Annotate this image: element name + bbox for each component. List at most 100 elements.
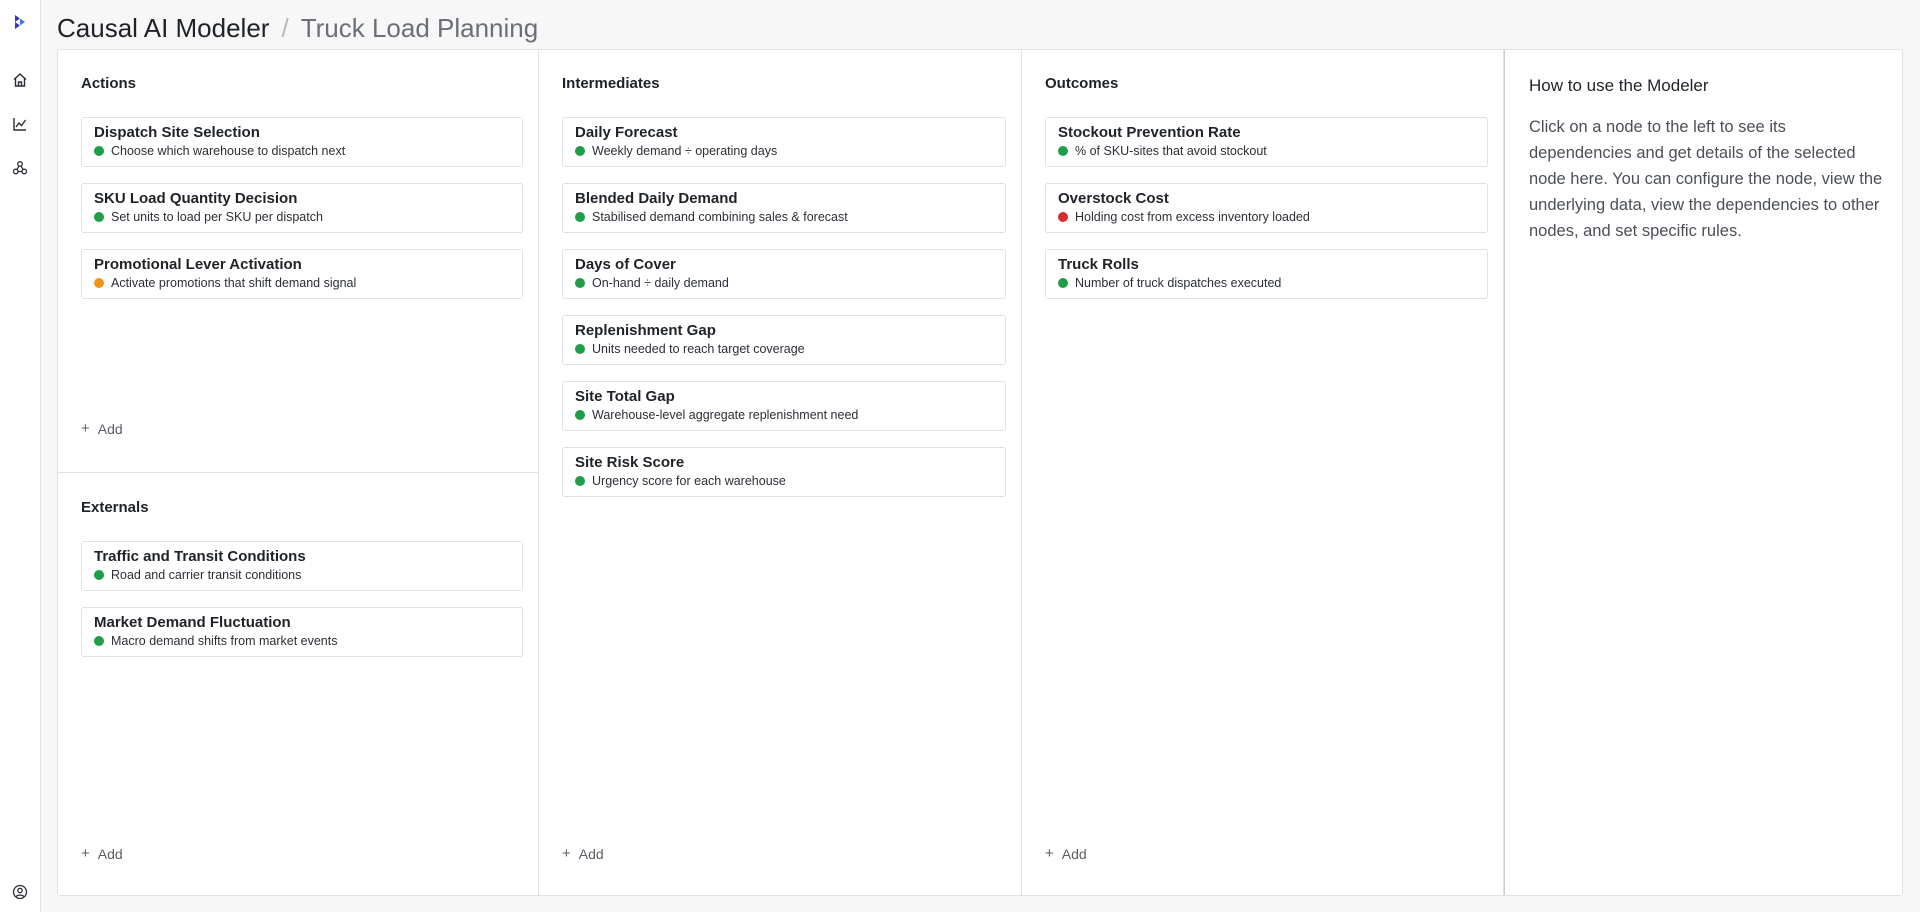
node-description-row: Warehouse-level aggregate replenishment … — [575, 407, 993, 423]
plus-icon: + — [81, 420, 90, 437]
model-name: Truck Load Planning — [300, 12, 539, 43]
actions-section: Actions Dispatch Site Selection Choose wh… — [58, 50, 538, 473]
intermediates-column: Intermediates Daily Forecast Weekly deman… — [539, 50, 1022, 895]
node-title: Overstock Cost — [1058, 190, 1169, 207]
node-description-row: Number of truck dispatches executed — [1058, 275, 1475, 291]
actions-title: Actions — [81, 75, 137, 92]
status-dot-icon — [94, 570, 104, 580]
node-description: Holding cost from excess inventory loade… — [1075, 210, 1310, 224]
node-card[interactable]: Site Total Gap Warehouse-level aggregate … — [562, 381, 1006, 431]
node-description: Set units to load per SKU per dispatch — [111, 210, 323, 224]
node-title: Replenishment Gap — [575, 322, 716, 339]
intermediates-list: Daily Forecast Weekly demand ÷ operating … — [562, 117, 1006, 513]
node-description-row: Units needed to reach target coverage — [575, 341, 993, 357]
status-dot-icon — [575, 344, 585, 354]
outcomes-list: Stockout Prevention Rate % of SKU-sites t… — [1045, 117, 1488, 315]
add-intermediate-button[interactable]: + Add — [562, 845, 604, 862]
node-description: Activate promotions that shift demand si… — [111, 276, 357, 290]
node-card[interactable]: Stockout Prevention Rate % of SKU-sites t… — [1045, 117, 1488, 167]
status-dot-icon — [1058, 278, 1068, 288]
outcomes-title: Outcomes — [1045, 75, 1119, 92]
node-description-row: Stabilised demand combining sales & fore… — [575, 209, 993, 225]
breadcrumb: Causal AI Modeler / Truck Load Planning — [57, 10, 538, 46]
add-external-button[interactable]: + Add — [81, 845, 123, 862]
node-title: Dispatch Site Selection — [94, 124, 260, 141]
add-label: Add — [97, 420, 123, 437]
status-dot-icon — [575, 476, 585, 486]
status-dot-icon — [94, 278, 104, 288]
node-card[interactable]: Dispatch Site Selection Choose which ware… — [81, 117, 523, 167]
app-title[interactable]: Causal AI Modeler — [57, 13, 269, 44]
node-card[interactable]: Site Risk Score Urgency score for each wa… — [562, 447, 1006, 497]
externals-title: Externals — [81, 499, 149, 516]
node-card[interactable]: Replenishment Gap Units needed to reach t… — [562, 315, 1006, 365]
node-card[interactable]: Market Demand Fluctuation Macro demand sh… — [81, 607, 523, 657]
node-description-row: Macro demand shifts from market events — [94, 633, 510, 649]
node-description-row: Set units to load per SKU per dispatch — [94, 209, 510, 225]
status-dot-icon — [94, 212, 104, 222]
actions-list: Dispatch Site Selection Choose which ware… — [81, 117, 523, 315]
node-description: Urgency score for each warehouse — [592, 474, 786, 488]
node-description-row: Choose which warehouse to dispatch next — [94, 143, 510, 159]
network-icon[interactable] — [10, 158, 30, 178]
home-icon[interactable] — [10, 70, 30, 90]
add-outcome-button[interactable]: + Add — [1045, 845, 1087, 862]
outcomes-column: Outcomes Stockout Prevention Rate % of SK… — [1022, 50, 1504, 895]
node-description-row: On-hand ÷ daily demand — [575, 275, 993, 291]
node-description-row: Activate promotions that shift demand si… — [94, 275, 510, 291]
node-title: Promotional Lever Activation — [94, 256, 302, 273]
status-dot-icon — [94, 146, 104, 156]
chart-icon[interactable] — [10, 114, 30, 134]
node-title: Site Total Gap — [575, 388, 675, 405]
status-dot-icon — [1058, 212, 1068, 222]
node-description: Warehouse-level aggregate replenishment … — [592, 408, 859, 422]
help-title: How to use the Modeler — [1529, 76, 1709, 95]
node-card[interactable]: Daily Forecast Weekly demand ÷ operating … — [562, 117, 1006, 167]
status-dot-icon — [575, 278, 585, 288]
node-description: Number of truck dispatches executed — [1075, 276, 1282, 290]
breadcrumb-separator: / — [281, 12, 289, 43]
node-description-row: Road and carrier transit conditions — [94, 567, 510, 583]
node-title: Days of Cover — [575, 256, 676, 273]
plus-icon: + — [562, 845, 571, 862]
modeler-frame: Actions Dispatch Site Selection Choose wh… — [57, 49, 1903, 896]
node-title: Market Demand Fluctuation — [94, 614, 291, 631]
node-card[interactable]: Days of Cover On-hand ÷ daily demand — [562, 249, 1006, 299]
externals-section: Externals Traffic and Transit Conditions… — [58, 473, 538, 895]
status-dot-icon — [1058, 146, 1068, 156]
node-card[interactable]: Promotional Lever Activation Activate pro… — [81, 249, 523, 299]
node-title: Site Risk Score — [575, 454, 685, 471]
add-action-button[interactable]: + Add — [81, 420, 123, 437]
node-card[interactable]: Traffic and Transit Conditions Road and c… — [81, 541, 523, 591]
node-card[interactable]: Truck Rolls Number of truck dispatches ex… — [1045, 249, 1488, 299]
node-card[interactable]: SKU Load Quantity Decision Set units to l… — [81, 183, 523, 233]
logo-icon[interactable] — [10, 12, 30, 32]
plus-icon: + — [1045, 845, 1054, 862]
node-description-row: Weekly demand ÷ operating days — [575, 143, 993, 159]
node-title: Truck Rolls — [1058, 256, 1139, 273]
node-description: Units needed to reach target coverage — [592, 342, 805, 356]
node-card[interactable]: Overstock Cost Holding cost from excess i… — [1045, 183, 1488, 233]
node-title: Daily Forecast — [575, 124, 678, 141]
user-icon[interactable] — [10, 882, 30, 902]
node-description: Road and carrier transit conditions — [111, 568, 302, 582]
add-label: Add — [578, 845, 604, 862]
status-dot-icon — [575, 146, 585, 156]
left-rail — [0, 0, 41, 912]
plus-icon: + — [81, 845, 90, 862]
node-title: Traffic and Transit Conditions — [94, 548, 306, 565]
externals-list: Traffic and Transit Conditions Road and c… — [81, 541, 523, 673]
intermediates-section: Intermediates Daily Forecast Weekly deman… — [539, 50, 1021, 895]
outcomes-section: Outcomes Stockout Prevention Rate % of SK… — [1022, 50, 1503, 895]
node-description: % of SKU-sites that avoid stockout — [1075, 144, 1267, 158]
intermediates-title: Intermediates — [562, 75, 660, 92]
node-title: Blended Daily Demand — [575, 190, 738, 207]
status-dot-icon — [575, 410, 585, 420]
status-dot-icon — [94, 636, 104, 646]
node-description: Choose which warehouse to dispatch next — [111, 144, 346, 158]
node-description: On-hand ÷ daily demand — [592, 276, 729, 290]
node-card[interactable]: Blended Daily Demand Stabilised demand co… — [562, 183, 1006, 233]
help-body: Click on a node to the left to see its d… — [1529, 118, 1883, 240]
node-description: Stabilised demand combining sales & fore… — [592, 210, 848, 224]
node-description-row: Urgency score for each warehouse — [575, 473, 993, 489]
